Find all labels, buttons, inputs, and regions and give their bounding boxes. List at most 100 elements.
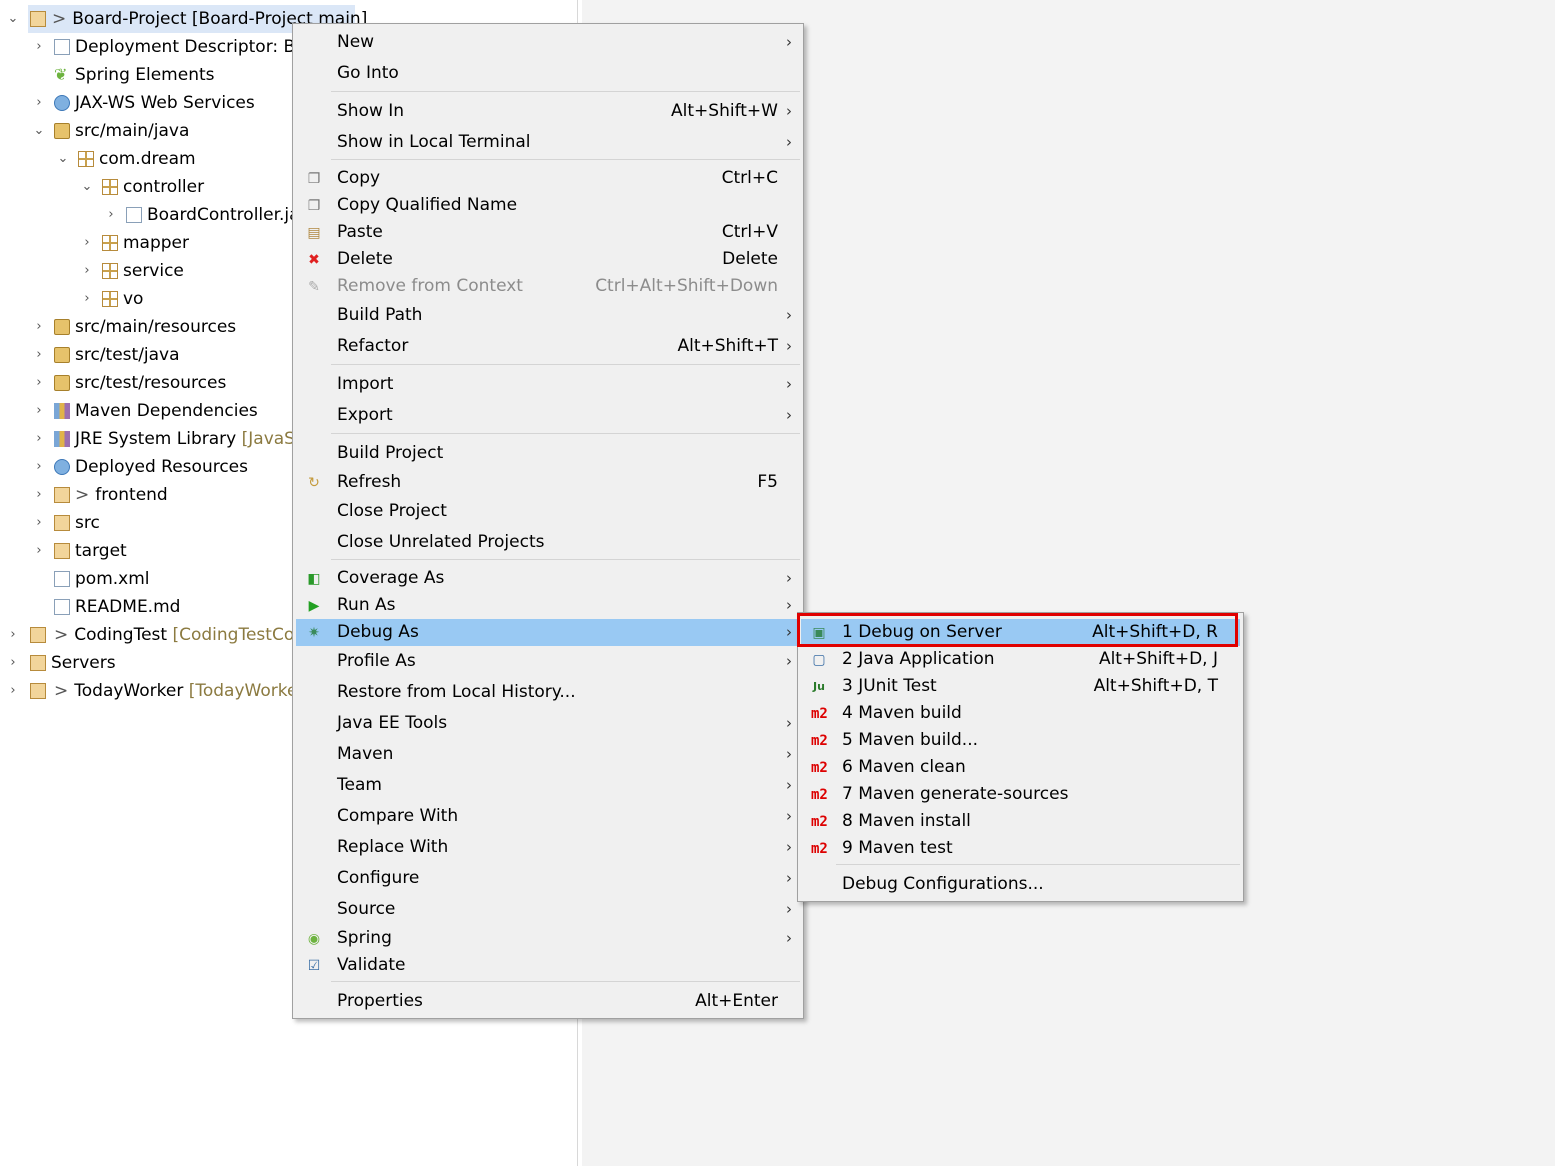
chevron-right-icon[interactable]: › (32, 397, 46, 425)
tree-label: Maven Dependencies (75, 401, 258, 421)
tree-label: JRE System Library (75, 429, 237, 449)
chevron-right-icon[interactable]: › (32, 453, 46, 481)
source-folder-icon (54, 375, 70, 391)
markdown-file-icon (54, 599, 70, 615)
chevron-right-icon[interactable]: › (32, 313, 46, 341)
deployed-resources-icon (54, 459, 70, 475)
submenu-item-maven-test[interactable]: m2 9 Maven test (801, 835, 1240, 862)
chevron-right-icon[interactable]: › (6, 677, 20, 705)
chevron-right-icon[interactable]: › (32, 89, 46, 117)
menu-item-profile-as[interactable]: Profile As › (296, 648, 800, 675)
menu-item-coverage-as[interactable]: ◧ Coverage As › (296, 565, 800, 592)
menu-item-configure[interactable]: Configure › (296, 865, 800, 892)
menu-item-build-path[interactable]: Build Path › (296, 302, 800, 329)
submenu-item-maven-generate-sources[interactable]: m2 7 Maven generate-sources (801, 781, 1240, 808)
menu-item-show-in-local-terminal[interactable]: Show in Local Terminal › (296, 129, 800, 156)
project-branch: [CodingTestCou (172, 625, 305, 645)
menu-item-debug-as[interactable]: ✷ Debug As › (296, 619, 800, 646)
chevron-right-icon[interactable]: › (32, 509, 46, 537)
menu-item-close-project[interactable]: Close Project (296, 498, 800, 525)
shortcut: Ctrl+Alt+Shift+Down (595, 276, 778, 296)
tree-label: src/main/resources (75, 317, 237, 337)
chevron-right-icon[interactable]: › (32, 33, 46, 61)
chevron-right-icon: › (786, 596, 792, 614)
menu-item-refresh[interactable]: ↻ Refresh F5 (296, 469, 800, 496)
shortcut: Ctrl+C (721, 168, 778, 188)
chevron-right-icon[interactable]: › (6, 649, 20, 677)
tree-label: frontend (95, 485, 168, 505)
menu-item-show-in[interactable]: Show In Alt+Shift+W › (296, 98, 800, 125)
chevron-right-icon[interactable]: › (32, 425, 46, 453)
submenu-item-maven-build[interactable]: m2 4 Maven build (801, 700, 1240, 727)
project-icon (30, 683, 46, 699)
chevron-right-icon: › (786, 807, 792, 825)
submenu-item-java-application[interactable]: ▢ 2 Java Application Alt+Shift+D, J (801, 646, 1240, 673)
menu-item-run-as[interactable]: ▶ Run As › (296, 592, 800, 619)
delete-icon: ✖ (308, 252, 320, 268)
menu-item-copy-qualified-name[interactable]: ❐ Copy Qualified Name (296, 192, 800, 219)
tree-label: target (75, 541, 127, 561)
menu-item-refactor[interactable]: Refactor Alt+Shift+T › (296, 333, 800, 360)
chevron-right-icon[interactable]: › (32, 341, 46, 369)
menu-item-restore-from-local-history[interactable]: Restore from Local History... (296, 679, 800, 706)
tree-label: controller (123, 177, 205, 197)
chevron-right-icon[interactable]: › (80, 257, 94, 285)
shortcut: Ctrl+V (721, 222, 778, 242)
menu-item-validate[interactable]: ☑ Validate (296, 952, 800, 979)
menu-item-build-project[interactable]: Build Project (296, 440, 800, 467)
tree-label: Spring Elements (75, 65, 215, 85)
folder-icon (54, 543, 70, 559)
submenu-item-debug-configurations[interactable]: Debug Configurations... (801, 871, 1240, 898)
remove-context-icon: ✎ (308, 279, 320, 295)
chevron-right-icon: › (786, 652, 792, 670)
submenu-item-maven-install[interactable]: m2 8 Maven install (801, 808, 1240, 835)
chevron-right-icon[interactable]: › (32, 537, 46, 565)
chevron-right-icon: › (786, 714, 792, 732)
menu-item-import[interactable]: Import › (296, 371, 800, 398)
chevron-right-icon[interactable]: › (32, 369, 46, 397)
menu-separator (331, 91, 800, 92)
tree-label: BoardController.jav (147, 205, 310, 225)
menu-item-team[interactable]: Team › (296, 772, 800, 799)
tree-label: src/test/java (75, 345, 180, 365)
menu-item-paste[interactable]: ▤ Paste Ctrl+V (296, 219, 800, 246)
menu-item-spring[interactable]: ◉ Spring › (296, 925, 800, 952)
submenu-item-maven-clean[interactable]: m2 6 Maven clean (801, 754, 1240, 781)
menu-item-properties[interactable]: Properties Alt+Enter (296, 988, 800, 1015)
debug-bug-icon: ✷ (308, 625, 320, 641)
menu-item-go-into[interactable]: Go Into (296, 60, 800, 87)
menu-item-export[interactable]: Export › (296, 402, 800, 429)
chevron-down-icon[interactable]: ⌄ (56, 145, 70, 173)
chevron-right-icon[interactable]: › (32, 481, 46, 509)
menu-item-java-ee-tools[interactable]: Java EE Tools › (296, 710, 800, 737)
deployment-descriptor-icon (54, 39, 70, 55)
checkbox-icon: ☑ (307, 958, 321, 974)
chevron-right-icon[interactable]: › (80, 229, 94, 257)
project-label: Board-Project (72, 9, 187, 29)
chevron-down-icon[interactable]: ⌄ (6, 5, 20, 33)
tree-label: service (123, 261, 184, 281)
chevron-down-icon[interactable]: ⌄ (80, 173, 94, 201)
paste-icon: ▤ (307, 225, 321, 241)
menu-item-copy[interactable]: ❐ Copy Ctrl+C (296, 165, 800, 192)
menu-item-close-unrelated-projects[interactable]: Close Unrelated Projects (296, 529, 800, 556)
chevron-right-icon[interactable]: › (80, 285, 94, 313)
spring-icon: ◉ (307, 931, 321, 947)
menu-item-source[interactable]: Source › (296, 896, 800, 923)
tree-label: com.dream (99, 149, 196, 169)
menu-item-replace-with[interactable]: Replace With › (296, 834, 800, 861)
menu-item-new[interactable]: New › (296, 29, 800, 56)
menu-item-delete[interactable]: ✖ Delete Delete (296, 246, 800, 273)
menu-item-compare-with[interactable]: Compare With › (296, 803, 800, 830)
menu-separator (836, 864, 1240, 865)
submenu-item-junit-test[interactable]: Ju 3 JUnit Test Alt+Shift+D, T (801, 673, 1240, 700)
package-icon (102, 291, 118, 307)
source-folder-icon (54, 319, 70, 335)
submenu-item-maven-build-dialog[interactable]: m2 5 Maven build... (801, 727, 1240, 754)
menu-item-maven[interactable]: Maven › (296, 741, 800, 768)
chevron-right-icon[interactable]: › (104, 201, 118, 229)
maven-icon: m2 (811, 760, 828, 776)
debug-as-submenu: ▣ 1 Debug on Server Alt+Shift+D, R ▢ 2 Java… (797, 612, 1244, 902)
chevron-right-icon[interactable]: › (6, 621, 20, 649)
chevron-down-icon[interactable]: ⌄ (32, 117, 46, 145)
